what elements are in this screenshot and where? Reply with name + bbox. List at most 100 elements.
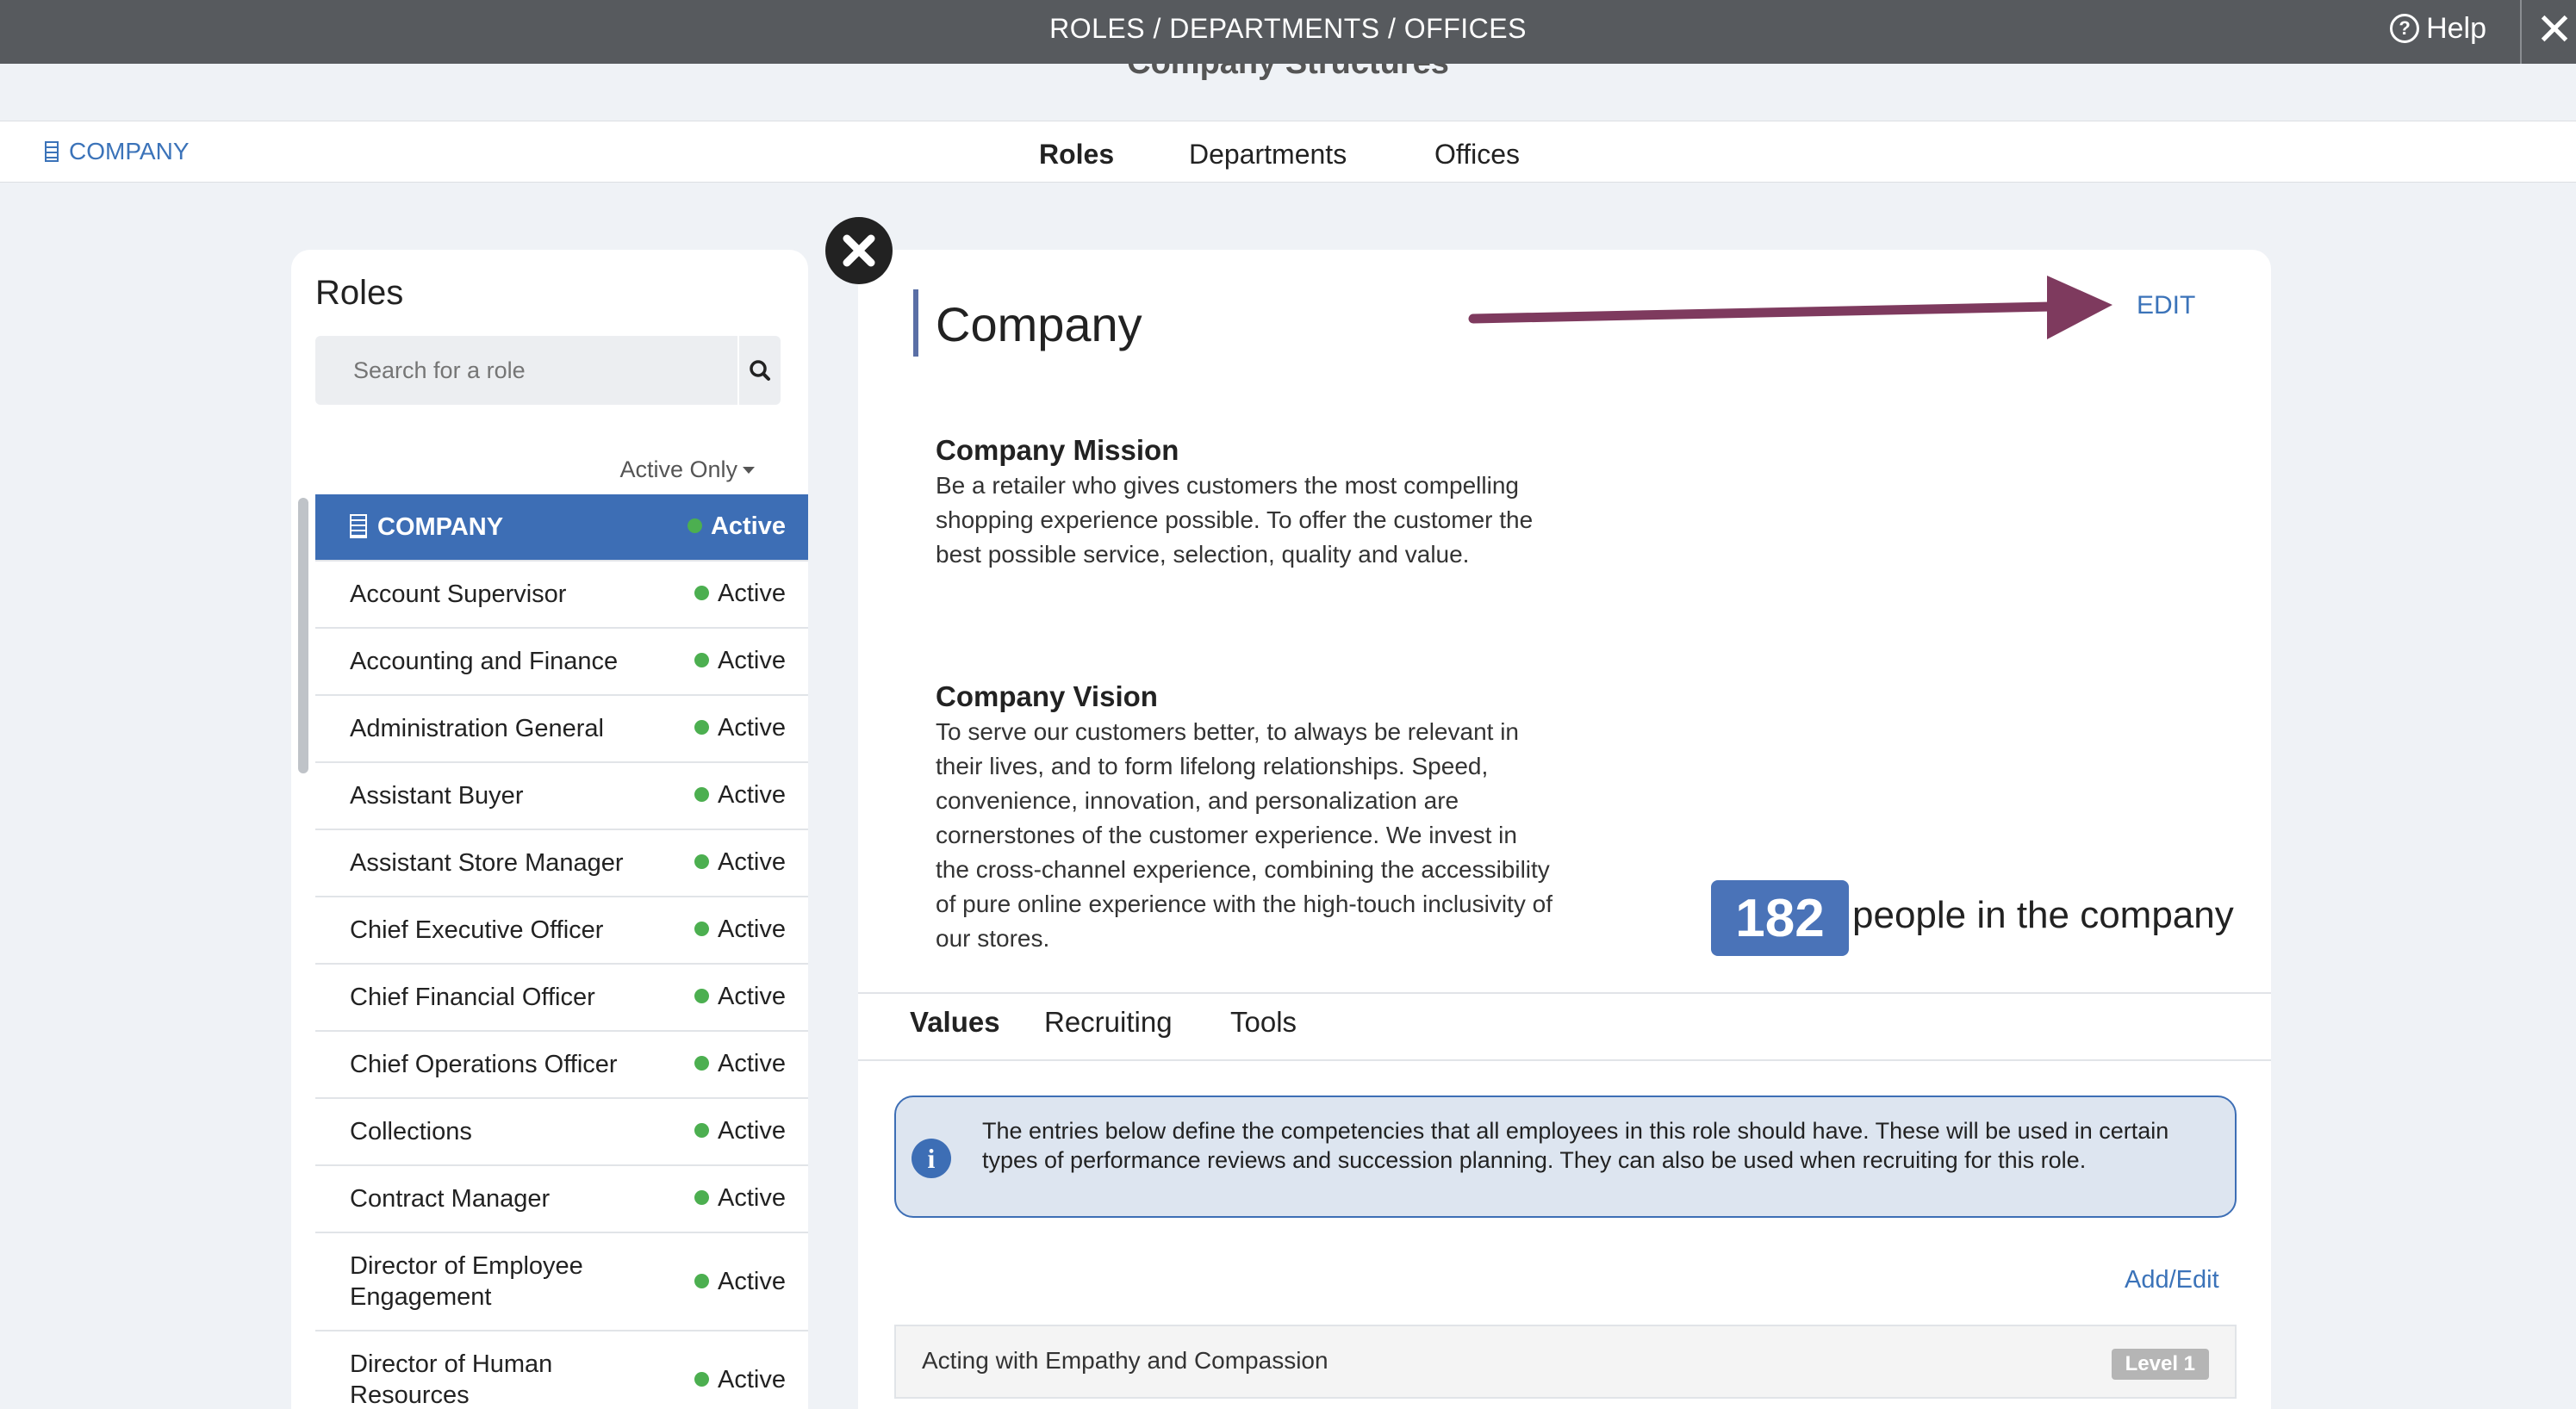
detail-title: Company (936, 297, 1142, 351)
status-badge: Active (694, 916, 786, 944)
role-list-item[interactable]: Director of Employee Engagement Active (315, 1233, 808, 1331)
role-name: Accounting and Finance (350, 646, 660, 677)
caret-down-icon (743, 467, 755, 474)
edit-link[interactable]: EDIT (2137, 291, 2195, 320)
status-dot-icon (694, 1190, 710, 1205)
active-only-dropdown[interactable]: Active Only (619, 456, 755, 483)
status-text: Active (718, 647, 786, 674)
role-name: Chief Financial Officer (350, 982, 660, 1013)
role-list-item[interactable]: Assistant Store Manager Active (315, 830, 808, 897)
status-dot-icon (694, 720, 710, 735)
tab-roles[interactable]: Roles (1039, 121, 1114, 182)
role-list: COMPANY Active Account Supervisor Active Acc… (315, 494, 808, 1409)
value-row[interactable]: Acting with Empathy and Compassion Level… (894, 1325, 2237, 1399)
level-badge: Level 1 (2111, 1349, 2209, 1380)
role-name-text: Collections (350, 1118, 472, 1145)
role-name: Contract Manager (350, 1183, 660, 1214)
status-badge: Active (694, 1268, 786, 1296)
role-list-item[interactable]: Contract Manager Active (315, 1166, 808, 1233)
role-name: Assistant Buyer (350, 780, 660, 811)
structure-nav: COMPANY Roles Departments Offices (0, 121, 2576, 183)
role-name-text: Account Supervisor (350, 580, 567, 608)
role-list-item[interactable]: Director of Human Resources Active (315, 1331, 808, 1409)
divider (858, 1059, 2271, 1061)
status-dot-icon (694, 787, 710, 802)
topbar-divider (2520, 0, 2522, 64)
role-name-text: Chief Financial Officer (350, 984, 595, 1011)
sidebar-scrollbar[interactable] (298, 498, 308, 773)
mission-heading: Company Mission (936, 434, 1179, 466)
role-name: Account Supervisor (350, 579, 660, 610)
role-search (315, 336, 781, 405)
status-text: Active (718, 1268, 786, 1295)
role-search-input[interactable] (315, 336, 712, 405)
tab-offices[interactable]: Offices (1434, 121, 1520, 182)
role-name-text: Assistant Store Manager (350, 849, 624, 877)
status-text: Active (718, 1050, 786, 1077)
role-name-text: Director of Human Resources (350, 1350, 553, 1409)
status-dot-icon (694, 922, 710, 936)
status-badge: Active (694, 1366, 786, 1394)
status-dot-icon (694, 586, 710, 600)
role-list-item[interactable]: Chief Financial Officer Active (315, 965, 808, 1032)
close-icon[interactable]: ✕ (2533, 0, 2576, 64)
role-name-text: Chief Operations Officer (350, 1051, 618, 1078)
vision-text: To serve our customers better, to always… (936, 718, 1552, 952)
company-breadcrumb-link[interactable]: COMPANY (45, 121, 190, 182)
status-badge: Active (694, 781, 786, 810)
close-panel-button[interactable] (825, 217, 893, 284)
role-list-item[interactable]: COMPANY Active (315, 494, 808, 562)
value-name: Acting with Empathy and Compassion (922, 1347, 1328, 1374)
search-button[interactable] (737, 336, 781, 405)
help-button[interactable]: ? Help (2390, 0, 2486, 64)
window-title: ROLES / DEPARTMENTS / OFFICES (1049, 13, 1527, 44)
status-dot-icon (694, 1123, 710, 1138)
status-dot-icon (687, 518, 702, 533)
people-count-label: people in the company (1852, 894, 2234, 936)
divider (858, 992, 2271, 994)
search-icon (750, 360, 770, 381)
status-badge: Active (694, 714, 786, 742)
status-badge: Active (694, 1117, 786, 1145)
title-accent-bar (913, 289, 918, 357)
roles-sidebar: Roles Active Only COMPANYActiveAccount S… (291, 250, 808, 1409)
tab-departments[interactable]: Departments (1189, 121, 1347, 182)
role-name-text: Contract Manager (350, 1185, 551, 1213)
mission-text: Be a retailer who gives customers the mo… (936, 472, 1534, 568)
status-text: Active (718, 1366, 786, 1393)
tab-recruiting[interactable]: Recruiting (1044, 1006, 1173, 1039)
role-name-text: Director of Employee Engagement (350, 1252, 583, 1311)
close-circle-icon (843, 234, 875, 267)
role-list-item[interactable]: Administration General Active (315, 696, 808, 763)
vision-heading: Company Vision (936, 680, 1158, 712)
role-list-item[interactable]: Collections Active (315, 1099, 808, 1166)
role-list-item[interactable]: Chief Executive Officer Active (315, 897, 808, 965)
role-list-item[interactable]: Assistant Buyer Active (315, 763, 808, 830)
role-name: Director of Human Resources (350, 1349, 634, 1409)
status-badge: Active (694, 580, 786, 608)
status-dot-icon (694, 989, 710, 1003)
role-name-text: COMPANY (377, 513, 504, 541)
role-name: Collections (350, 1116, 660, 1147)
status-badge: Active (694, 647, 786, 675)
role-name-text: Administration General (350, 715, 604, 742)
arrow-annotation (1468, 276, 2112, 339)
role-detail-panel: Company EDIT Company Mission Be a retail… (858, 250, 2271, 1409)
tab-tools[interactable]: Tools (1230, 1006, 1297, 1039)
role-list-item[interactable]: Accounting and Finance Active (315, 629, 808, 696)
status-text: Active (718, 781, 786, 809)
status-badge: Active (694, 1184, 786, 1213)
add-edit-link[interactable]: Add/Edit (2125, 1266, 2219, 1294)
people-count-badge: 182 (1711, 880, 1849, 956)
roles-heading: Roles (315, 274, 404, 312)
company-link-label: COMPANY (69, 138, 190, 164)
role-list-item[interactable]: Chief Operations Officer Active (315, 1032, 808, 1099)
status-dot-icon (694, 1372, 710, 1387)
role-list-item[interactable]: Account Supervisor Active (315, 562, 808, 629)
status-badge: Active (694, 848, 786, 877)
tab-values[interactable]: Values (910, 1006, 1000, 1039)
status-text: Active (718, 983, 786, 1010)
role-name: Chief Operations Officer (350, 1049, 660, 1080)
filter-label: Active Only (619, 456, 737, 482)
status-badge: Active (694, 1050, 786, 1078)
